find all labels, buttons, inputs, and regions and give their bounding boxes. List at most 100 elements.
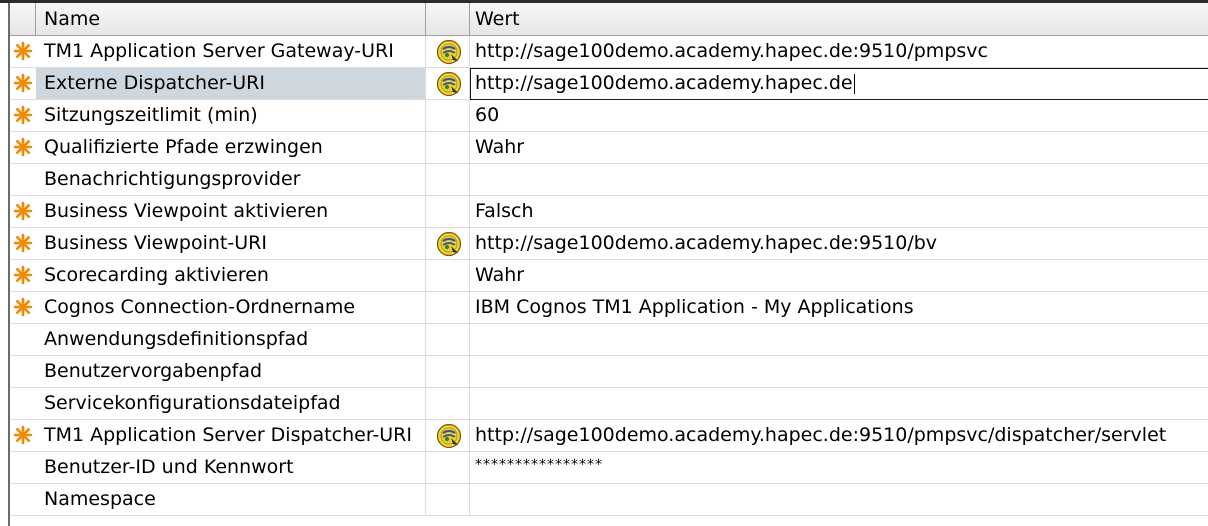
icon-cell [426,356,470,387]
required-star-icon [13,73,33,93]
required-cell [10,164,36,195]
property-name[interactable]: Benutzervorgabenpfad [36,356,426,387]
property-name[interactable]: Benutzer-ID und Kennwort [36,452,426,483]
required-star-icon [13,233,33,253]
property-value[interactable] [470,356,1208,387]
property-row[interactable]: Anwendungsdefinitionspfad [10,324,1208,356]
property-value[interactable]: Wahr [470,260,1208,291]
icon-cell [426,36,470,67]
icon-cell [426,132,470,163]
icon-cell [426,452,470,483]
icon-cell [426,100,470,131]
required-cell [10,36,36,67]
required-cell [10,452,36,483]
required-cell [10,132,36,163]
uri-globe-icon [436,39,462,65]
property-name[interactable]: Scorecarding aktivieren [36,260,426,291]
icon-cell [426,420,470,451]
icon-cell [426,228,470,259]
property-row[interactable]: Sitzungszeitlimit (min) 60 [10,100,1208,132]
required-star-icon [13,105,33,125]
property-name[interactable]: Namespace [36,484,426,515]
header-required-column [10,3,36,35]
edit-field-text: http://sage100demo.academy.hapec.de [475,72,853,94]
required-cell [10,356,36,387]
property-name[interactable]: Externe Dispatcher-URI [36,68,426,99]
property-grid[interactable]: Name Wert TM1 Application Server Gateway… [8,3,1208,526]
required-star-icon [13,297,33,317]
property-name[interactable]: Business Viewpoint aktivieren [36,196,426,227]
required-cell [10,420,36,451]
property-value[interactable]: IBM Cognos TM1 Application - My Applicat… [470,292,1208,323]
property-row[interactable]: Namespace [10,484,1208,516]
required-star-icon [13,265,33,285]
icon-cell [426,388,470,419]
property-name[interactable]: Sitzungszeitlimit (min) [36,100,426,131]
required-star-icon [13,105,33,125]
header-name[interactable]: Name [36,3,426,35]
grid-header: Name Wert [10,3,1208,36]
required-cell [10,324,36,355]
icon-cell [426,68,470,99]
property-value[interactable]: Wahr [470,132,1208,163]
required-cell [10,100,36,131]
property-row[interactable]: Benutzer-ID und Kennwort **************** [10,452,1208,484]
property-name[interactable]: Servicekonfigurationsdateipfad [36,388,426,419]
uri-globe-icon [436,231,462,257]
property-name[interactable]: TM1 Application Server Gateway-URI [36,36,426,67]
property-row[interactable]: TM1 Application Server Gateway-URI http:/… [10,36,1208,68]
required-star-icon [13,425,33,445]
icon-cell [426,164,470,195]
property-name[interactable]: TM1 Application Server Dispatcher-URI [36,420,426,451]
required-star-icon [13,297,33,317]
value-edit-field[interactable]: http://sage100demo.academy.hapec.de [470,68,1208,100]
property-row[interactable]: Benachrichtigungsprovider [10,164,1208,196]
property-name[interactable]: Business Viewpoint-URI [36,228,426,259]
property-value[interactable] [470,164,1208,195]
property-value[interactable]: http://sage100demo.academy.hapec.de:9510… [470,420,1208,451]
required-cell [10,292,36,323]
required-star-icon [13,265,33,285]
required-cell [10,484,36,515]
property-row[interactable]: Benutzervorgabenpfad [10,356,1208,388]
property-name[interactable]: Qualifizierte Pfade erzwingen [36,132,426,163]
uri-globe-icon [436,71,462,97]
required-star-icon [13,201,33,221]
required-star-icon [13,137,33,157]
property-value[interactable]: http://sage100demo.academy.hapec.de:9510… [470,36,1208,67]
property-name[interactable]: Cognos Connection-Ordnername [36,292,426,323]
property-value[interactable]: http://sage100demo.academy.hapec.de:9510… [470,228,1208,259]
icon-cell [426,324,470,355]
text-caret [853,73,855,94]
property-row[interactable]: Business Viewpoint-URI http://sage100demo… [10,228,1208,260]
property-value[interactable]: Falsch [470,196,1208,227]
property-row[interactable]: Cognos Connection-Ordnername IBM Cognos T… [10,292,1208,324]
property-value[interactable] [470,484,1208,515]
property-row[interactable]: Business Viewpoint aktivieren Falsch [10,196,1208,228]
property-name[interactable]: Anwendungsdefinitionspfad [36,324,426,355]
header-icon-column [426,3,470,35]
required-cell [10,196,36,227]
property-row[interactable]: TM1 Application Server Dispatcher-URI htt… [10,420,1208,452]
property-row[interactable]: Servicekonfigurationsdateipfad [10,388,1208,420]
required-star-icon [13,41,33,61]
property-value[interactable] [470,388,1208,419]
property-value[interactable] [470,324,1208,355]
header-value[interactable]: Wert [470,3,1208,35]
icon-cell [426,484,470,515]
property-row[interactable]: Qualifizierte Pfade erzwingen Wahr [10,132,1208,164]
required-cell [10,228,36,259]
property-row[interactable]: Externe Dispatcher-URI http://sage100demo… [10,68,1208,100]
required-star-icon [13,73,33,93]
required-cell [10,388,36,419]
property-value[interactable]: 60 [470,100,1208,131]
property-value[interactable]: **************** [470,452,1208,483]
icon-cell [426,260,470,291]
property-row[interactable]: Scorecarding aktivieren Wahr [10,260,1208,292]
required-cell [10,68,36,99]
property-name[interactable]: Benachrichtigungsprovider [36,164,426,195]
required-star-icon [13,41,33,61]
required-star-icon [13,425,33,445]
icon-cell [426,196,470,227]
uri-globe-icon [436,423,462,449]
